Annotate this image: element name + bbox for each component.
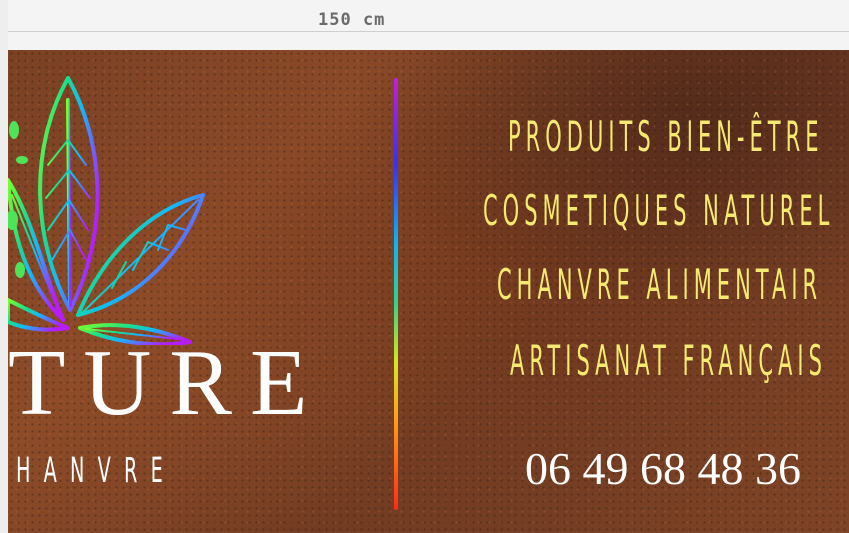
- banner: TURE HANVRE PRODUITS BIEN-ÊTRE COSMETIQU…: [8, 50, 849, 533]
- top-strip: [8, 0, 849, 50]
- rainbow-divider: [394, 78, 398, 510]
- dimension-line: [8, 31, 849, 32]
- hemp-leaf-logo-icon: [8, 76, 205, 345]
- product-line-3: CHANVRE ALIMENTAIR: [497, 260, 823, 309]
- phone-number: 06 49 68 48 36: [525, 443, 801, 494]
- product-line-1: PRODUITS BIEN-ÊTRE: [508, 112, 824, 161]
- product-line-4: ARTISANAT FRANÇAIS: [510, 336, 827, 385]
- dimension-label: 150 cm: [318, 10, 386, 30]
- product-line-2: COSMETIQUES NATUREL: [483, 186, 835, 235]
- brand-name: TURE: [8, 331, 326, 435]
- brand-subtitle: HANVRE: [16, 451, 176, 491]
